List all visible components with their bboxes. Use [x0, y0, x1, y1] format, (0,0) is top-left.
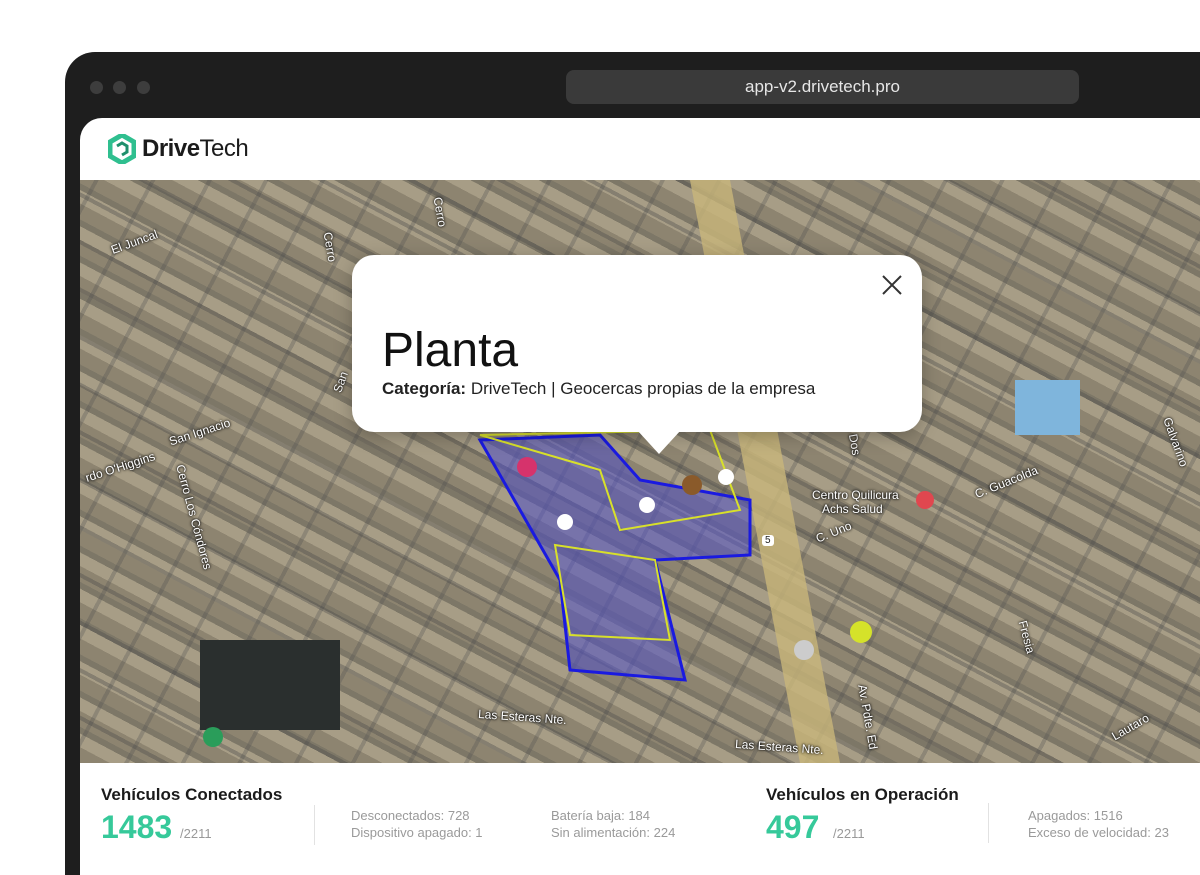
window-maximize-dot[interactable] [137, 81, 150, 94]
vehicle-marker-icon[interactable] [794, 640, 814, 660]
connected-details-1: Desconectados: 728 Dispositivo apagado: 1 [351, 808, 483, 840]
operation-value: 497 [766, 809, 820, 845]
geofence-popup: Planta Categoría: DriveTech | Geocercas … [352, 255, 922, 454]
poi-label: Centro Quilicura [812, 488, 899, 502]
hospital-marker-icon[interactable] [916, 491, 934, 509]
operation-title: Vehículos en Operación [766, 785, 959, 804]
vehicle-marker-icon[interactable] [682, 475, 702, 495]
vehicle-marker-icon[interactable] [517, 457, 537, 477]
operation-details: Apagados: 1516 Exceso de velocidad: 23 [1028, 808, 1169, 840]
address-bar[interactable]: app-v2.drivetech.pro [566, 70, 1079, 104]
brand-logo: DriveTech [142, 135, 249, 162]
app-screen: DriveTech El Juncal San Ignacio rdo O'Hi… [80, 118, 1200, 875]
poi-label: Achs Salud [822, 502, 883, 516]
star-marker-icon[interactable] [557, 514, 573, 530]
drivetech-logo-icon [108, 134, 136, 164]
vehicle-marker-icon[interactable] [850, 621, 872, 643]
connected-details-2: Batería baja: 184 Sin alimentación: 224 [551, 808, 676, 840]
connected-total: /2211 [180, 826, 212, 841]
star-marker-icon[interactable] [639, 497, 655, 513]
route-shield: 5 [762, 535, 774, 546]
operation-total: /2211 [833, 826, 865, 841]
building-blue-roof [1015, 380, 1080, 435]
window-minimize-dot[interactable] [113, 81, 126, 94]
stats-panel: Vehículos Conectados 1483 /2211 Desconec… [80, 763, 1200, 875]
popup-title: Planta [382, 324, 519, 377]
ponds [200, 640, 340, 730]
popup-category: Categoría: DriveTech | Geocercas propias… [382, 379, 816, 398]
connected-value: 1483 [101, 809, 173, 845]
app-header: DriveTech [80, 118, 1200, 180]
close-icon[interactable] [880, 273, 904, 297]
url-text: app-v2.drivetech.pro [745, 77, 900, 96]
park-marker-icon[interactable] [203, 727, 223, 747]
divider [314, 805, 315, 845]
window-close-dot[interactable] [90, 81, 103, 94]
star-marker-icon[interactable] [718, 469, 734, 485]
map-view[interactable]: El Juncal San Ignacio rdo O'Higgins Cerr… [80, 180, 1200, 763]
connected-title: Vehículos Conectados [101, 785, 283, 804]
divider [988, 803, 989, 843]
